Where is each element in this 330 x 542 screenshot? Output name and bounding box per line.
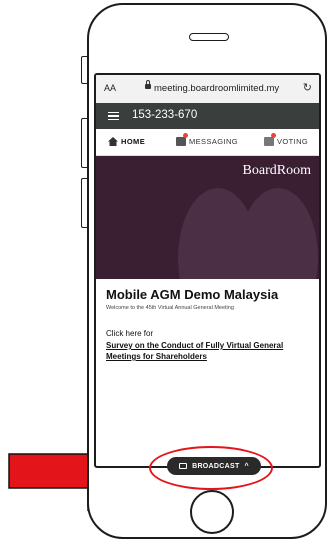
tab-voting[interactable]: VOTING — [264, 133, 309, 146]
url-text[interactable]: meeting.boardroomlimited.my — [154, 83, 279, 94]
boardroom-logo: BoardRoom — [242, 163, 311, 178]
banner-decoration — [238, 188, 318, 279]
click-here-text: Click here for — [106, 329, 154, 338]
meeting-id: 153-233-670 — [132, 109, 198, 121]
hero-banner: BoardRoom — [96, 156, 319, 279]
lock-icon — [145, 80, 151, 89]
notification-dot — [271, 133, 276, 138]
page-subtitle: Welcome to the 45th Virtual Annual Gener… — [106, 305, 234, 311]
page-title: Mobile AGM Demo Malaysia — [106, 287, 279, 302]
notification-dot — [183, 133, 188, 138]
tab-voting-label: VOTING — [277, 137, 309, 146]
messaging-icon — [176, 133, 188, 146]
annotation-circle — [149, 446, 273, 490]
phone-home-button — [190, 490, 234, 534]
tab-messaging[interactable]: MESSAGING — [176, 133, 239, 146]
tab-bar: HOME MESSAGING VOTING — [96, 129, 319, 156]
tab-home-label: HOME — [121, 137, 146, 146]
voting-icon — [264, 133, 276, 146]
tab-home[interactable]: HOME — [108, 137, 145, 146]
browser-address-bar[interactable]: AA meeting.boardroomlimited.my ↻ — [96, 75, 319, 103]
main-content: Mobile AGM Demo Malaysia Welcome to the … — [96, 279, 319, 362]
hamburger-icon[interactable] — [108, 112, 119, 120]
refresh-icon[interactable]: ↻ — [303, 81, 312, 94]
phone-screen: AA meeting.boardroomlimited.my ↻ 153-233… — [94, 73, 321, 468]
top-nav-bar: 153-233-670 — [96, 103, 319, 129]
home-icon — [108, 137, 118, 146]
survey-link[interactable]: Survey on the Conduct of Fully Virtual G… — [106, 340, 309, 362]
phone-speaker — [189, 33, 229, 41]
tab-messaging-label: MESSAGING — [189, 137, 239, 146]
text-size-button[interactable]: AA — [104, 83, 116, 93]
